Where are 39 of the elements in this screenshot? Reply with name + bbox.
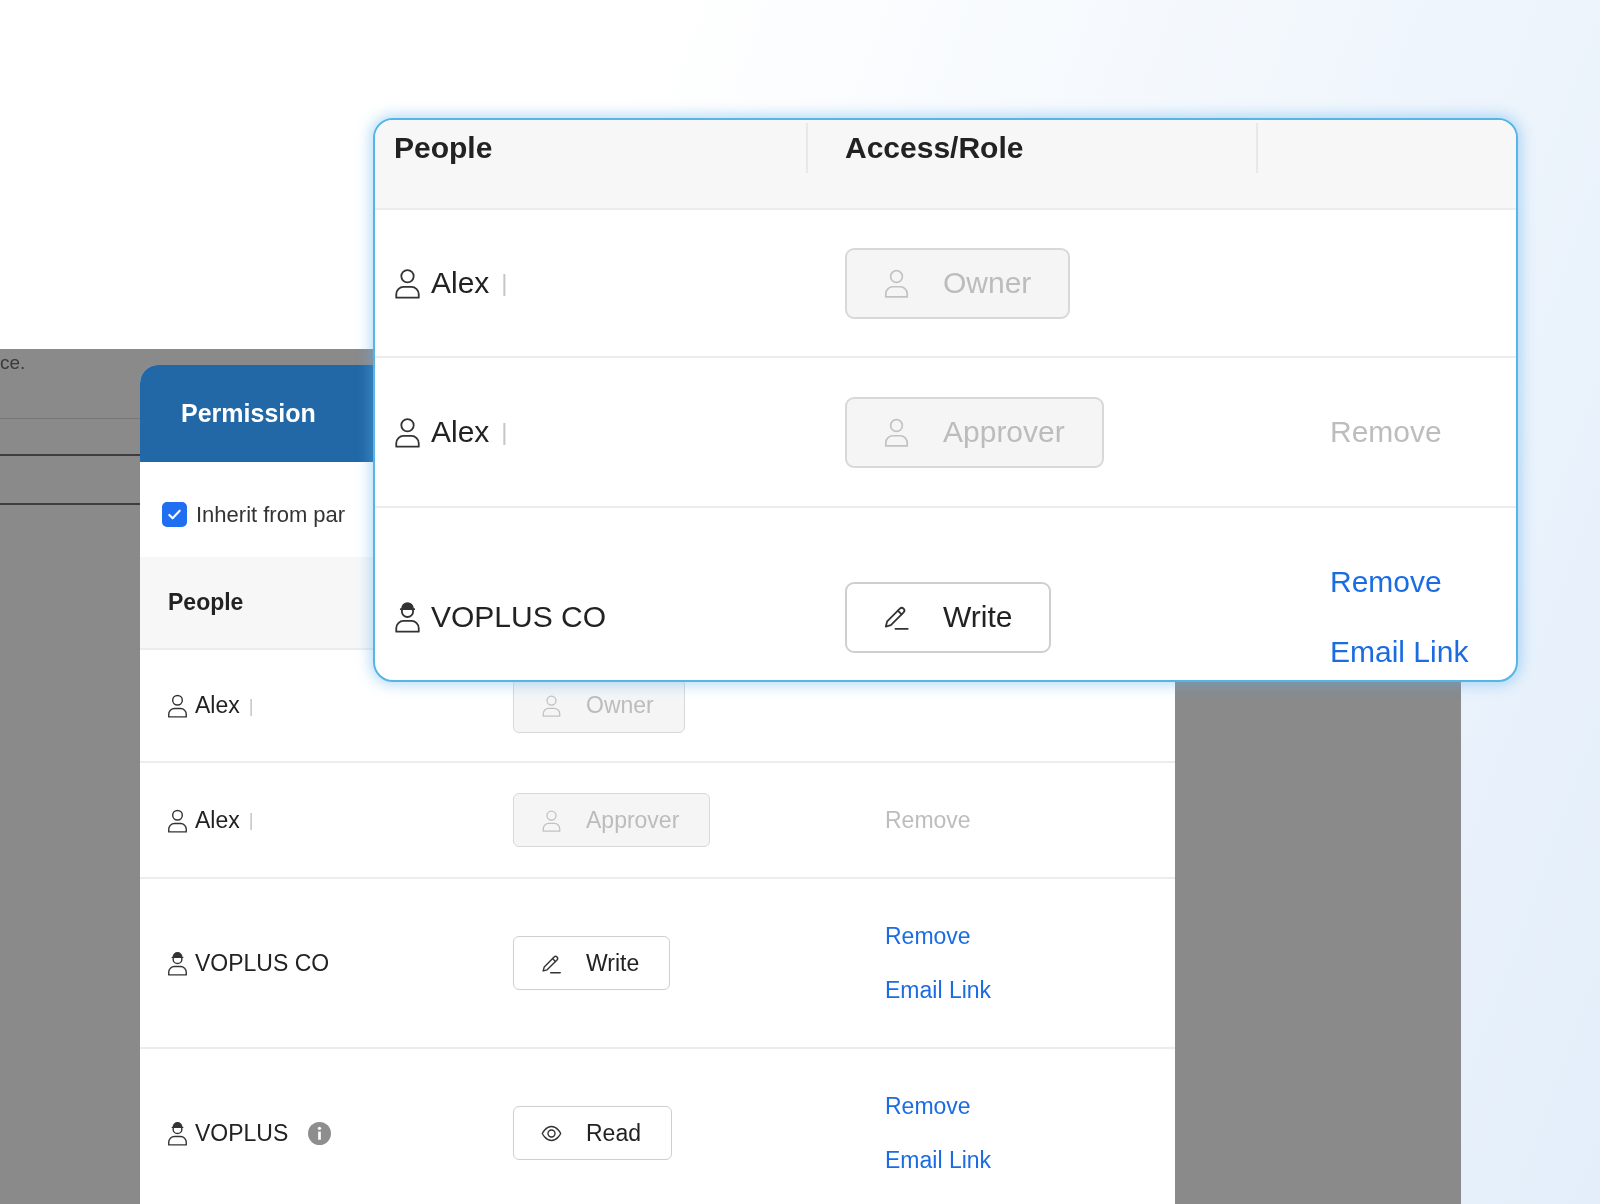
person-cap-icon xyxy=(167,1120,188,1146)
person-name: Alex xyxy=(195,806,240,834)
action-link[interactable]: Remove xyxy=(885,1092,971,1120)
action-link[interactable]: Email Link xyxy=(885,1146,992,1174)
person-name: Alex xyxy=(431,415,490,449)
person-icon xyxy=(394,267,421,299)
column-header: People xyxy=(394,131,493,165)
person-icon xyxy=(394,416,421,448)
action-link[interactable]: Remove xyxy=(885,922,971,950)
person-icon xyxy=(883,268,910,298)
action-link[interactable]: Email Link xyxy=(885,976,992,1004)
person-name: Alex xyxy=(431,266,490,300)
role-button[interactable]: Write xyxy=(845,581,1052,653)
dialog-title: Permission xyxy=(181,399,316,428)
checkbox[interactable] xyxy=(162,502,187,527)
name-separator: | xyxy=(248,694,254,717)
column-header: Access/Role xyxy=(845,131,1024,165)
role-button[interactable]: Write xyxy=(513,936,671,990)
person-name: VOPLUS xyxy=(195,1119,289,1147)
info-icon[interactable] xyxy=(308,1121,332,1145)
action-link[interactable]: Remove xyxy=(1330,564,1442,600)
background-text: ce. xyxy=(0,352,26,374)
person-icon xyxy=(167,693,188,718)
person-icon xyxy=(167,807,188,833)
person-icon xyxy=(541,808,562,832)
person-icon xyxy=(541,694,562,717)
person-icon xyxy=(883,417,910,447)
action-link[interactable]: Email Link xyxy=(1330,634,1469,670)
person-cap-icon xyxy=(167,950,188,976)
name-separator: | xyxy=(501,269,508,297)
column-header: People xyxy=(168,589,244,615)
person-name: VOPLUS CO xyxy=(431,600,607,634)
name-separator: | xyxy=(501,418,508,446)
person-name: Alex xyxy=(195,692,240,719)
person-name: VOPLUS CO xyxy=(195,949,330,977)
role-button[interactable]: Read xyxy=(513,1106,672,1160)
person-cap-icon xyxy=(394,601,421,633)
name-separator: | xyxy=(248,809,254,831)
checkbox-label: Inherit from par xyxy=(196,501,346,528)
